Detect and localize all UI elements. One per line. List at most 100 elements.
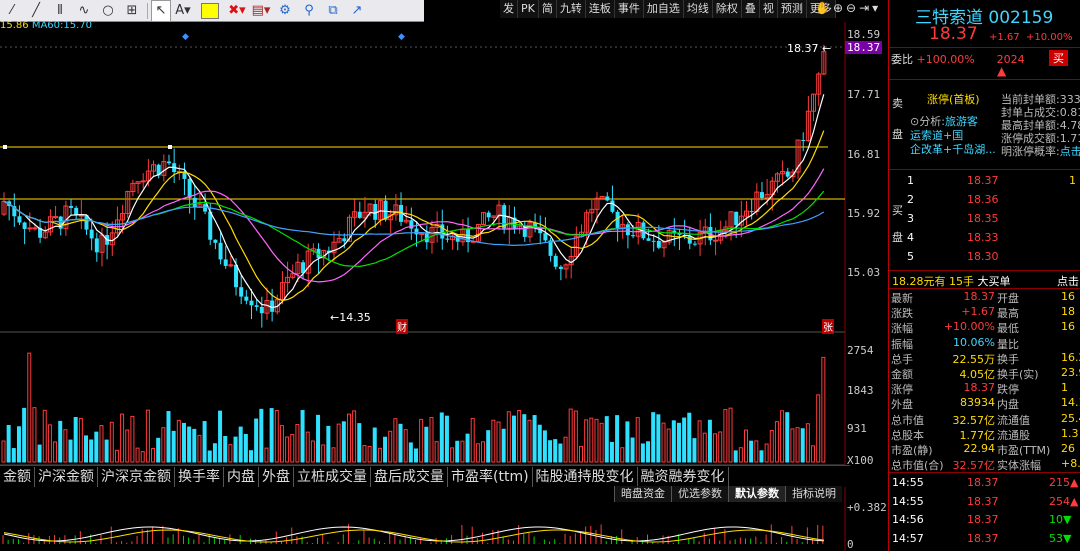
- candle-body: [651, 240, 656, 242]
- volume-bar: [388, 430, 393, 463]
- candle-body: [625, 224, 630, 236]
- param-button[interactable]: 指标说明: [785, 486, 842, 502]
- volume-bar: [254, 418, 259, 463]
- volume-bar: [604, 416, 609, 463]
- circle-icon[interactable]: ○: [96, 0, 120, 22]
- macd-axis-label: 0: [847, 538, 854, 551]
- indicator-tab[interactable]: 陆股通持股变化: [533, 466, 638, 487]
- candle-body: [548, 240, 553, 256]
- stat-row: 明涨停概率:点击: [1001, 145, 1080, 158]
- quote-value: +1.67: [961, 305, 995, 319]
- menu-item[interactable]: 事件: [614, 0, 644, 18]
- zoom-out-icon[interactable]: ⊖: [846, 1, 856, 15]
- indicator-tab[interactable]: 沪深金额: [35, 466, 98, 487]
- volume-bar: [212, 443, 217, 463]
- volume-bar: [357, 423, 362, 463]
- finance-flag[interactable]: 财: [396, 319, 408, 334]
- volume-bar: [125, 429, 130, 463]
- volume-bar: [16, 426, 21, 463]
- collapse-icon[interactable]: ⇥: [859, 1, 869, 15]
- grid-icon[interactable]: ⊞: [120, 0, 144, 22]
- volume-bar: [496, 421, 501, 463]
- candle-body: [692, 243, 697, 245]
- volume-bar: [697, 420, 702, 463]
- indicator-tab[interactable]: 金额: [0, 466, 35, 487]
- line-icon[interactable]: ╱: [24, 0, 48, 22]
- volume-bar: [233, 436, 238, 463]
- volume-bar: [6, 424, 11, 463]
- volume-bar: [181, 422, 186, 463]
- quote-key: 跌停: [997, 383, 1019, 397]
- volume-bar: [249, 450, 253, 463]
- menu-item[interactable]: 发: [500, 0, 518, 18]
- mark-icon[interactable]: ▤▾: [249, 0, 273, 22]
- menu-item[interactable]: 视: [759, 0, 778, 18]
- limit-flag[interactable]: 张: [822, 319, 834, 334]
- volume-bar: [511, 415, 516, 463]
- indicator-tab[interactable]: 立桩成交量: [294, 466, 371, 487]
- share-icon[interactable]: ↗: [345, 0, 369, 22]
- candle-body: [342, 238, 347, 242]
- color-swatch[interactable]: [195, 0, 225, 22]
- volume-bar: [517, 409, 522, 463]
- volume-bar: [821, 356, 826, 463]
- menu-item[interactable]: 预测: [777, 0, 807, 18]
- menu-item[interactable]: 叠: [741, 0, 760, 18]
- indicator-tab[interactable]: 融资融券变化: [638, 466, 729, 487]
- hand-icon[interactable]: ✋: [815, 1, 830, 15]
- volume-bar: [156, 437, 161, 463]
- candle-body: [239, 287, 244, 297]
- click-link[interactable]: 点击: [1057, 273, 1079, 289]
- pointer-icon[interactable]: ⁄: [0, 0, 24, 22]
- candle-body: [543, 233, 548, 241]
- quote-key: 总市值: [891, 413, 924, 427]
- indicator-tab[interactable]: 换手率: [175, 466, 224, 487]
- candle-body: [249, 300, 254, 306]
- vol-axis-label: X100: [847, 454, 874, 467]
- param-button[interactable]: 优选参数: [671, 486, 728, 502]
- quote-value: 18.37: [963, 290, 996, 303]
- indicator-tab[interactable]: 外盘: [259, 466, 294, 487]
- volume-bar: [692, 438, 697, 463]
- param-button[interactable]: 暗盘资金: [614, 486, 671, 502]
- menu-item[interactable]: PK: [518, 0, 539, 18]
- volume-bar: [326, 425, 331, 463]
- volume-bar: [718, 431, 723, 463]
- text-icon[interactable]: A▾: [171, 0, 195, 22]
- indicator-tab[interactable]: 盘后成交量: [371, 466, 448, 487]
- menu-item[interactable]: 加自选: [643, 0, 684, 18]
- chevron-down-icon[interactable]: ▾: [872, 1, 878, 15]
- menu-item[interactable]: 九转: [556, 0, 586, 18]
- volume-bar: [47, 424, 52, 463]
- candle-body: [605, 196, 610, 201]
- bars-icon[interactable]: ⦀: [48, 0, 72, 22]
- candle-body: [383, 200, 388, 220]
- menu-item[interactable]: 连板: [585, 0, 615, 18]
- buy-button[interactable]: 买: [1049, 50, 1068, 66]
- volume-bar: [676, 422, 681, 463]
- quote-panel: 三特索道 002159 18.37 +1.67 +10.00% 委比 +100.…: [888, 0, 1080, 551]
- param-button[interactable]: 默认参数: [728, 486, 785, 502]
- indicator-tab[interactable]: 沪深京金额: [98, 466, 175, 487]
- gear-icon[interactable]: ⚙: [273, 0, 297, 22]
- menu-item[interactable]: 除权: [712, 0, 742, 18]
- volume-bar: [790, 428, 795, 463]
- volume-bar: [73, 417, 78, 463]
- candle-body: [218, 242, 223, 260]
- layout-icon[interactable]: ⧉: [321, 0, 345, 22]
- volume-bar: [501, 428, 506, 463]
- cursor-icon[interactable]: ↖: [151, 0, 171, 22]
- menu-item[interactable]: 均线: [683, 0, 713, 18]
- indicator-tab[interactable]: 内盘: [224, 466, 259, 487]
- menu-item[interactable]: 简: [538, 0, 557, 18]
- zoom-in-icon[interactable]: ⊕: [833, 1, 843, 15]
- candle-body: [409, 220, 414, 229]
- volume-bar: [259, 408, 264, 463]
- wave-icon[interactable]: ∿: [72, 0, 96, 22]
- zoom-icon[interactable]: ⚲: [297, 0, 321, 22]
- indicator-tab[interactable]: 市盈率(ttm): [448, 466, 533, 487]
- quote-key: 总手: [891, 352, 913, 366]
- level-price: 18.35: [967, 212, 999, 225]
- tag-line[interactable]: 企改革+千岛湖...: [910, 141, 996, 157]
- delete-icon[interactable]: ✖▾: [225, 0, 249, 22]
